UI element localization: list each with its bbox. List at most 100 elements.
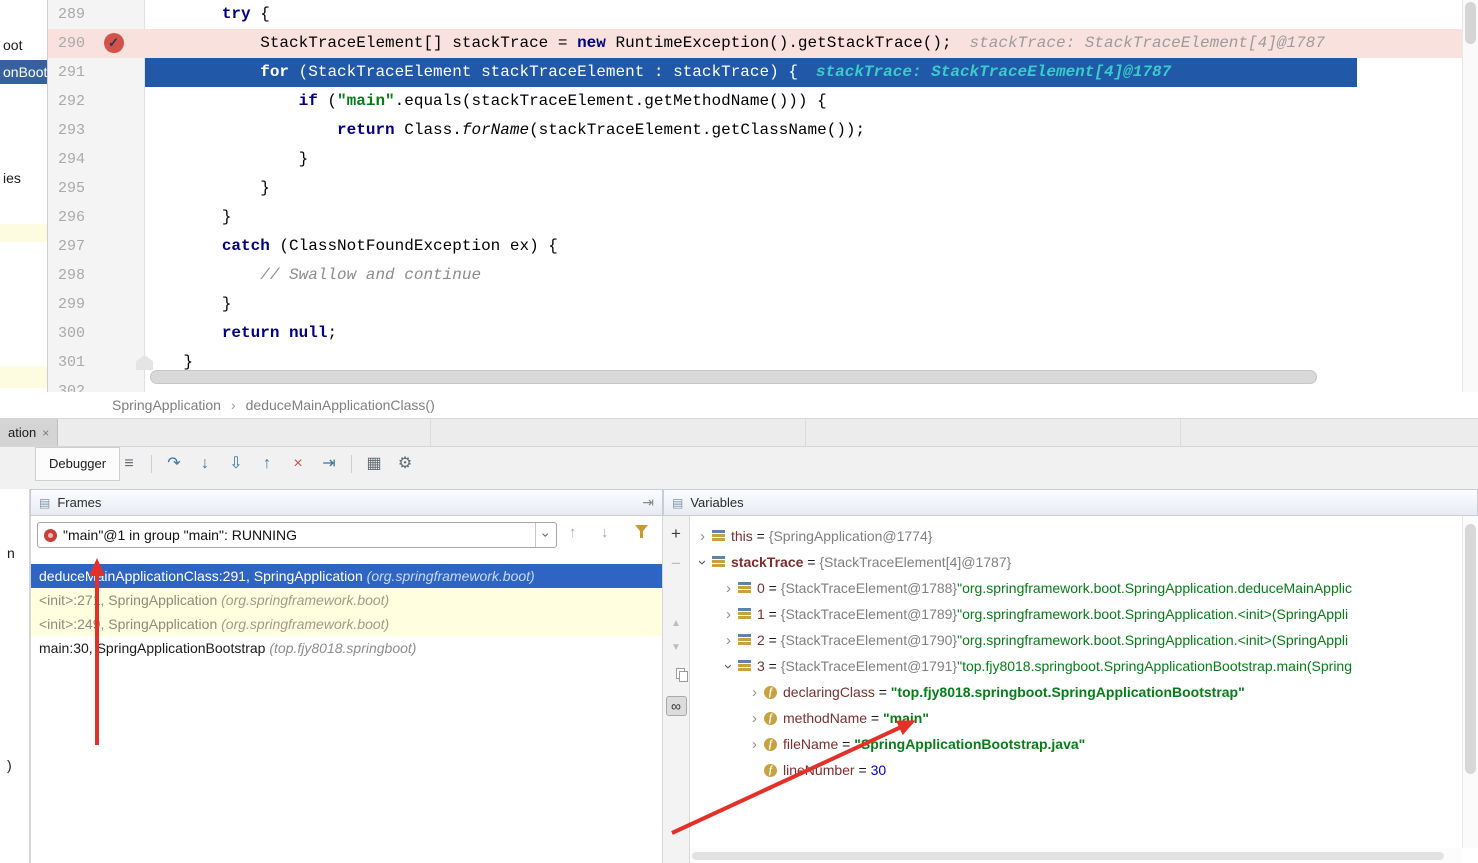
expand-chevron[interactable]: ›	[721, 580, 736, 597]
code-line-291[interactable]: 291 for (StackTraceElement stackTraceEle…	[48, 58, 1462, 87]
variable-row-fileName[interactable]: ›fileName = "SpringApplicationBootstrap.…	[690, 731, 1462, 757]
editor-tab-label: ation	[8, 425, 36, 440]
editor-tab[interactable]: ation ×	[0, 419, 58, 446]
editor-horizontal-scrollbar[interactable]	[150, 370, 1317, 384]
hide-library-frames-funnel-icon[interactable]	[635, 525, 648, 538]
line-number[interactable]: 295	[48, 174, 145, 203]
remove-watch-button[interactable]: −	[663, 554, 689, 574]
code-line-294[interactable]: 294 }	[48, 145, 1462, 174]
show-return-values-toggle[interactable]: ∞	[663, 696, 689, 716]
view-breakpoints-button[interactable]: ▦	[361, 451, 387, 477]
expand-chevron[interactable]: ›	[747, 710, 762, 727]
expand-chevron[interactable]: ›	[721, 606, 736, 623]
line-number[interactable]: 290	[48, 29, 145, 58]
code-line-299[interactable]: 299 }	[48, 290, 1462, 319]
expand-chevron[interactable]: ›	[747, 684, 762, 701]
breadcrumb-separator-icon: ›	[231, 397, 236, 413]
variables-vertical-scrollbar[interactable]	[1462, 516, 1478, 848]
code-line-297[interactable]: 297 catch (ClassNotFoundException ex) {	[48, 232, 1462, 261]
object-icon	[738, 634, 751, 646]
code-line-298[interactable]: 298 // Swallow and continue	[48, 261, 1462, 290]
object-icon	[738, 660, 751, 672]
next-frame-button[interactable]: ↓	[601, 524, 609, 541]
variable-row-declaringClass[interactable]: ›declaringClass = "top.fjy8018.springboo…	[690, 679, 1462, 705]
breadcrumb-class[interactable]: SpringApplication	[112, 397, 221, 413]
code-text: }	[145, 208, 231, 226]
variable-row-0[interactable]: ›0 = {StackTraceElement@1788} "org.sprin…	[690, 575, 1462, 601]
move-up-button[interactable]: ▲	[663, 618, 689, 629]
code-line-300[interactable]: 300 return null;	[48, 319, 1462, 348]
line-number[interactable]: 293	[48, 116, 145, 145]
code-line-292[interactable]: 292 if ("main".equals(stackTraceElement.…	[48, 87, 1462, 116]
line-number[interactable]: 291	[48, 58, 145, 87]
field-icon	[764, 712, 777, 725]
line-number[interactable]: 302	[48, 377, 145, 392]
tab-separator	[430, 419, 431, 446]
variables-tree: ›this = {SpringApplication@1774}›stackTr…	[690, 523, 1462, 783]
line-number[interactable]: 301	[48, 348, 145, 377]
variable-row-3[interactable]: ›3 = {StackTraceElement@1791} "top.fjy80…	[690, 653, 1462, 679]
line-number[interactable]: 292	[48, 87, 145, 116]
thread-selector[interactable]: "main"@1 in group "main": RUNNING ›	[37, 522, 557, 548]
variables-horizontal-scrollbar[interactable]	[690, 848, 1462, 863]
project-tree-item-fragment[interactable]: oot	[3, 37, 22, 53]
project-tree-item-fragment[interactable]: ies	[3, 170, 21, 186]
project-tree-item-selected[interactable]: onBoot	[0, 60, 48, 84]
frame-row[interactable]: deduceMainApplicationClass:291, SpringAp…	[31, 564, 662, 588]
tool-window-stripe-fragment[interactable]: )	[7, 757, 12, 773]
variable-row-2[interactable]: ›2 = {StackTraceElement@1790} "org.sprin…	[690, 627, 1462, 653]
drop-frame-button[interactable]: ×	[285, 451, 311, 477]
object-icon	[738, 582, 751, 594]
scrollbar-thumb[interactable]	[1465, 524, 1476, 774]
frame-row[interactable]: <init>:271, SpringApplication (org.sprin…	[31, 588, 662, 612]
line-number[interactable]: 300	[48, 319, 145, 348]
force-step-into-button[interactable]: ⇩	[223, 451, 249, 477]
add-watch-button[interactable]: +	[663, 524, 689, 544]
code-line-290[interactable]: 290 StackTraceElement[] stackTrace = new…	[48, 29, 1462, 58]
move-down-button[interactable]: ▼	[663, 642, 689, 653]
infinity-icon: ∞	[666, 696, 687, 716]
variable-row-lineNumber[interactable]: lineNumber = 30	[690, 757, 1462, 783]
code-text: try {	[145, 5, 270, 23]
expand-chevron[interactable]: ›	[720, 659, 737, 674]
editor-vertical-scrollbar[interactable]	[1462, 0, 1478, 392]
code-editor[interactable]: 289 try {290 StackTraceElement[] stackTr…	[48, 0, 1462, 392]
code-line-296[interactable]: 296 }	[48, 203, 1462, 232]
line-number[interactable]: 289	[48, 0, 145, 29]
line-number[interactable]: 297	[48, 232, 145, 261]
editor-tab-bar: ation ×	[0, 419, 1478, 447]
code-line-289[interactable]: 289 try {	[48, 0, 1462, 29]
layout-settings-button[interactable]: ⚙	[392, 451, 418, 477]
menu-button[interactable]: ≡	[116, 451, 142, 477]
expand-chevron[interactable]: ›	[695, 528, 710, 545]
line-number[interactable]: 298	[48, 261, 145, 290]
close-icon[interactable]: ×	[42, 426, 49, 440]
line-number[interactable]: 294	[48, 145, 145, 174]
variable-row-methodName[interactable]: ›methodName = "main"	[690, 705, 1462, 731]
scrollbar-thumb[interactable]	[692, 852, 1444, 860]
step-out-button[interactable]: ↑	[254, 451, 280, 477]
variable-row-1[interactable]: ›1 = {StackTraceElement@1789} "org.sprin…	[690, 601, 1462, 627]
code-line-295[interactable]: 295 }	[48, 174, 1462, 203]
step-into-button[interactable]: ↓	[192, 451, 218, 477]
breadcrumb-method[interactable]: deduceMainApplicationClass()	[246, 397, 435, 413]
breakpoint-icon[interactable]	[104, 33, 124, 53]
variable-row-this[interactable]: ›this = {SpringApplication@1774}	[690, 523, 1462, 549]
step-over-button[interactable]: ↷	[161, 451, 187, 477]
code-line-293[interactable]: 293 return Class.forName(stackTraceEleme…	[48, 116, 1462, 145]
expand-chevron[interactable]: ›	[721, 632, 736, 649]
frame-row[interactable]: main:30, SpringApplicationBootstrap (top…	[31, 636, 662, 660]
line-number[interactable]: 299	[48, 290, 145, 319]
previous-frame-button[interactable]: ↑	[569, 524, 577, 541]
tool-window-stripe-fragment[interactable]: n	[7, 545, 15, 561]
tab-debugger[interactable]: Debugger	[35, 447, 120, 481]
expand-chevron[interactable]: ›	[747, 736, 762, 753]
pin-icon[interactable]: ⇥	[642, 494, 654, 511]
line-number[interactable]: 296	[48, 203, 145, 232]
scrollbar-thumb[interactable]	[1465, 2, 1476, 44]
expand-chevron[interactable]: ›	[694, 555, 711, 570]
variable-row-stackTrace[interactable]: ›stackTrace = {StackTraceElement[4]@1787…	[690, 549, 1462, 575]
frame-row[interactable]: <init>:249, SpringApplication (org.sprin…	[31, 612, 662, 636]
run-to-cursor-button[interactable]: ⇥	[316, 451, 342, 477]
chevron-down-icon[interactable]: ›	[535, 523, 556, 547]
